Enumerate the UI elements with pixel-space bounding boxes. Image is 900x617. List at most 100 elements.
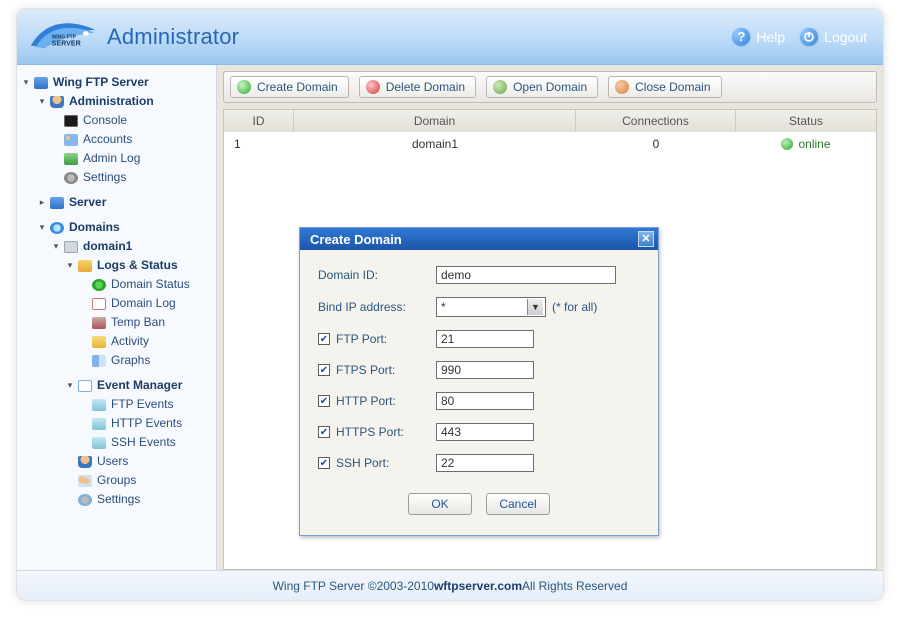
delete-domain-button[interactable]: Delete Domain [359, 76, 476, 98]
https-port-checkbox[interactable]: ✔HTTPS Port: [318, 425, 436, 439]
col-connections[interactable]: Connections [576, 110, 736, 132]
nav-server[interactable]: Server [69, 194, 106, 211]
col-status[interactable]: Status [736, 110, 876, 132]
expand-icon[interactable]: ▾ [51, 242, 61, 252]
table-row[interactable]: 1 domain1 0 online [224, 132, 876, 158]
col-id[interactable]: ID [224, 110, 294, 132]
expand-icon[interactable]: ▾ [65, 261, 75, 271]
create-domain-icon [237, 80, 251, 94]
http-port-input[interactable] [436, 392, 534, 410]
domain-id-input[interactable] [436, 266, 616, 284]
help-link[interactable]: ? Help [731, 27, 785, 47]
nav-domain1[interactable]: domain1 [83, 238, 132, 255]
help-icon: ? [731, 27, 751, 47]
nav-accounts[interactable]: Accounts [83, 131, 132, 148]
domain-node-icon [63, 240, 79, 254]
server-root-icon [33, 76, 49, 90]
close-domain-label: Close Domain [635, 80, 710, 94]
dialog-ok-button[interactable]: OK [408, 493, 472, 515]
expand-icon[interactable]: ▸ [37, 198, 47, 208]
activity-icon [91, 335, 107, 349]
chevron-down-icon: ▼ [527, 299, 543, 315]
bind-ip-select[interactable]: * ▼ [436, 297, 546, 317]
ssh-port-input[interactable] [436, 454, 534, 472]
nav-logs-status[interactable]: Logs & Status [97, 257, 178, 274]
power-icon [799, 27, 819, 47]
cell-connections: 0 [576, 132, 736, 158]
user-admin-icon [49, 95, 65, 109]
expand-icon[interactable]: ▾ [37, 97, 47, 107]
create-domain-button[interactable]: Create Domain [230, 76, 349, 98]
create-domain-dialog: Create Domain ✕ Domain ID: Bind IP addre… [299, 227, 659, 536]
help-label: Help [756, 29, 785, 45]
header-bar: WING FTP SERVER Administrator ? Help Log… [17, 9, 883, 65]
cell-status: online [736, 132, 876, 158]
nav-http-events[interactable]: HTTP Events [111, 415, 182, 432]
delete-domain-icon [366, 80, 380, 94]
nav-admin-log[interactable]: Admin Log [83, 150, 140, 167]
domain-toolbar: Create Domain Delete Domain Open Domain … [223, 71, 877, 103]
https-port-input[interactable] [436, 423, 534, 441]
dialog-close-button[interactable]: ✕ [638, 231, 654, 247]
nav-temp-ban[interactable]: Temp Ban [111, 314, 165, 331]
https-port-label: HTTPS Port: [336, 425, 404, 439]
status-label: online [798, 137, 830, 151]
open-domain-label: Open Domain [513, 80, 587, 94]
dialog-title: Create Domain [310, 232, 402, 247]
nav-domains[interactable]: Domains [69, 219, 120, 236]
admin-log-icon [63, 152, 79, 166]
ftps-port-checkbox[interactable]: ✔FTPS Port: [318, 363, 436, 377]
expand-icon[interactable]: ▾ [37, 223, 47, 233]
logout-label: Logout [824, 29, 867, 45]
open-domain-button[interactable]: Open Domain [486, 76, 598, 98]
ftp-port-checkbox[interactable]: ✔FTP Port: [318, 332, 436, 346]
bind-ip-label: Bind IP address: [318, 300, 436, 314]
bind-ip-value: * [441, 300, 446, 314]
ssh-events-icon [91, 436, 107, 450]
expand-icon[interactable]: ▾ [21, 78, 31, 88]
dialog-title-bar[interactable]: Create Domain ✕ [300, 228, 658, 250]
ftps-port-input[interactable] [436, 361, 534, 379]
nav-domain-log[interactable]: Domain Log [111, 295, 176, 312]
nav-users[interactable]: Users [97, 453, 128, 470]
settings-icon [63, 171, 79, 185]
ftp-events-icon [91, 398, 107, 412]
nav-ssh-events[interactable]: SSH Events [111, 434, 176, 451]
close-domain-button[interactable]: Close Domain [608, 76, 721, 98]
nav-console[interactable]: Console [83, 112, 127, 129]
app-title: Administrator [107, 24, 239, 50]
col-domain[interactable]: Domain [294, 110, 576, 132]
domain-log-icon [91, 297, 107, 311]
footer-link[interactable]: wftpserver.com [434, 579, 522, 593]
http-port-label: HTTP Port: [336, 394, 396, 408]
cell-domain: domain1 [294, 132, 576, 158]
tree-root[interactable]: Wing FTP Server [53, 74, 149, 91]
ftp-port-input[interactable] [436, 330, 534, 348]
nav-domain-status[interactable]: Domain Status [111, 276, 190, 293]
table-head: ID Domain Connections Status [224, 110, 876, 132]
http-port-checkbox[interactable]: ✔HTTP Port: [318, 394, 436, 408]
ftp-port-label: FTP Port: [336, 332, 387, 346]
nav-ftp-events[interactable]: FTP Events [111, 396, 173, 413]
nav-event-manager[interactable]: Event Manager [97, 377, 182, 394]
status-online-icon [781, 138, 793, 150]
logout-link[interactable]: Logout [799, 27, 867, 47]
ssh-port-checkbox[interactable]: ✔SSH Port: [318, 456, 436, 470]
expand-icon[interactable]: ▾ [65, 381, 75, 391]
open-domain-icon [493, 80, 507, 94]
close-domain-icon [615, 80, 629, 94]
cell-id: 1 [224, 132, 294, 158]
event-manager-icon [77, 379, 93, 393]
nav-graphs[interactable]: Graphs [111, 352, 150, 369]
nav-administration[interactable]: Administration [69, 93, 154, 110]
footer-text-post: All Rights Reserved [522, 579, 627, 593]
nav-admin-settings[interactable]: Settings [83, 169, 126, 186]
nav-domain-settings[interactable]: Settings [97, 491, 140, 508]
nav-groups[interactable]: Groups [97, 472, 136, 489]
accounts-icon [63, 133, 79, 147]
create-domain-label: Create Domain [257, 80, 338, 94]
status-icon [91, 278, 107, 292]
nav-activity[interactable]: Activity [111, 333, 149, 350]
dialog-cancel-button[interactable]: Cancel [486, 493, 550, 515]
brand: WING FTP SERVER Administrator [27, 17, 239, 57]
